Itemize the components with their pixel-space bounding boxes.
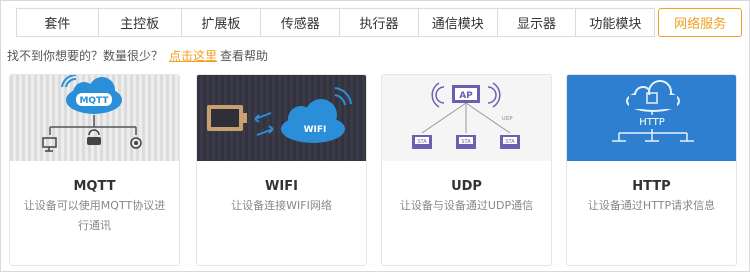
card-http[interactable]: HTTP HTTP 让设备通过HTTP请求信息	[566, 74, 737, 266]
tab-function-module[interactable]: 功能模块	[575, 8, 656, 37]
tab-kit[interactable]: 套件	[16, 8, 99, 37]
hint-suffix: 查看帮助	[220, 49, 269, 63]
udp-link-label: UDP	[502, 116, 513, 122]
card-description: 让设备连接WIFI网络	[231, 199, 332, 212]
wifi-image: WIFI	[197, 75, 366, 161]
card-title: UDP	[451, 179, 482, 194]
hint-text: 找不到你想要的？数量很少？	[7, 49, 164, 63]
help-link[interactable]: 点击这里	[169, 49, 217, 63]
sta-label-2: STA	[461, 139, 471, 145]
card-title: HTTP	[632, 179, 671, 194]
sta-label-3: STA	[505, 139, 515, 145]
card-mqtt[interactable]: MQTT MQTT 让设备可以使用MQTT协议进行通讯	[9, 74, 180, 266]
card-description: 让设备通过HTTP请求信息	[587, 199, 716, 212]
tab-communication-module[interactable]: 通信模块	[417, 8, 498, 37]
tab-mainboard[interactable]: 主控板	[97, 8, 182, 37]
wifi-cloud-label: WIFI	[304, 125, 327, 135]
tab-display[interactable]: 显示器	[496, 8, 577, 37]
help-hint: 找不到你想要的？数量很少？ 点击这里 查看帮助	[7, 47, 268, 64]
category-tabs: 套件 主控板 扩展板 传感器 执行器 通信模块 显示器 功能模块 网络服务	[16, 8, 742, 37]
sta-label-1: STA	[417, 139, 427, 145]
http-label: HTTP	[639, 117, 665, 128]
card-title: WIFI	[265, 179, 298, 194]
card-title: MQTT	[73, 179, 116, 194]
mqtt-cloud-label: MQTT	[79, 96, 109, 106]
mqtt-image: MQTT	[10, 75, 179, 161]
card-wifi[interactable]: WIFI WIFI 让设备连接WIFI网络	[196, 74, 367, 266]
card-description: 让设备与设备通过UDP通信	[399, 199, 534, 212]
tab-sensor[interactable]: 传感器	[260, 8, 341, 37]
card-description: 让设备可以使用MQTT协议进行通讯	[23, 199, 166, 232]
udp-image: AP UDP STA STA STA	[382, 75, 551, 161]
card-udp[interactable]: AP UDP STA STA STA UDP 让设备与设备通过UDP通信	[381, 74, 552, 266]
tab-network-service[interactable]: 网络服务	[658, 8, 742, 37]
http-image: HTTP	[567, 75, 736, 161]
tab-actuator[interactable]: 执行器	[339, 8, 419, 37]
ap-label: AP	[459, 91, 473, 101]
tab-expansion-board[interactable]: 扩展板	[180, 8, 262, 37]
